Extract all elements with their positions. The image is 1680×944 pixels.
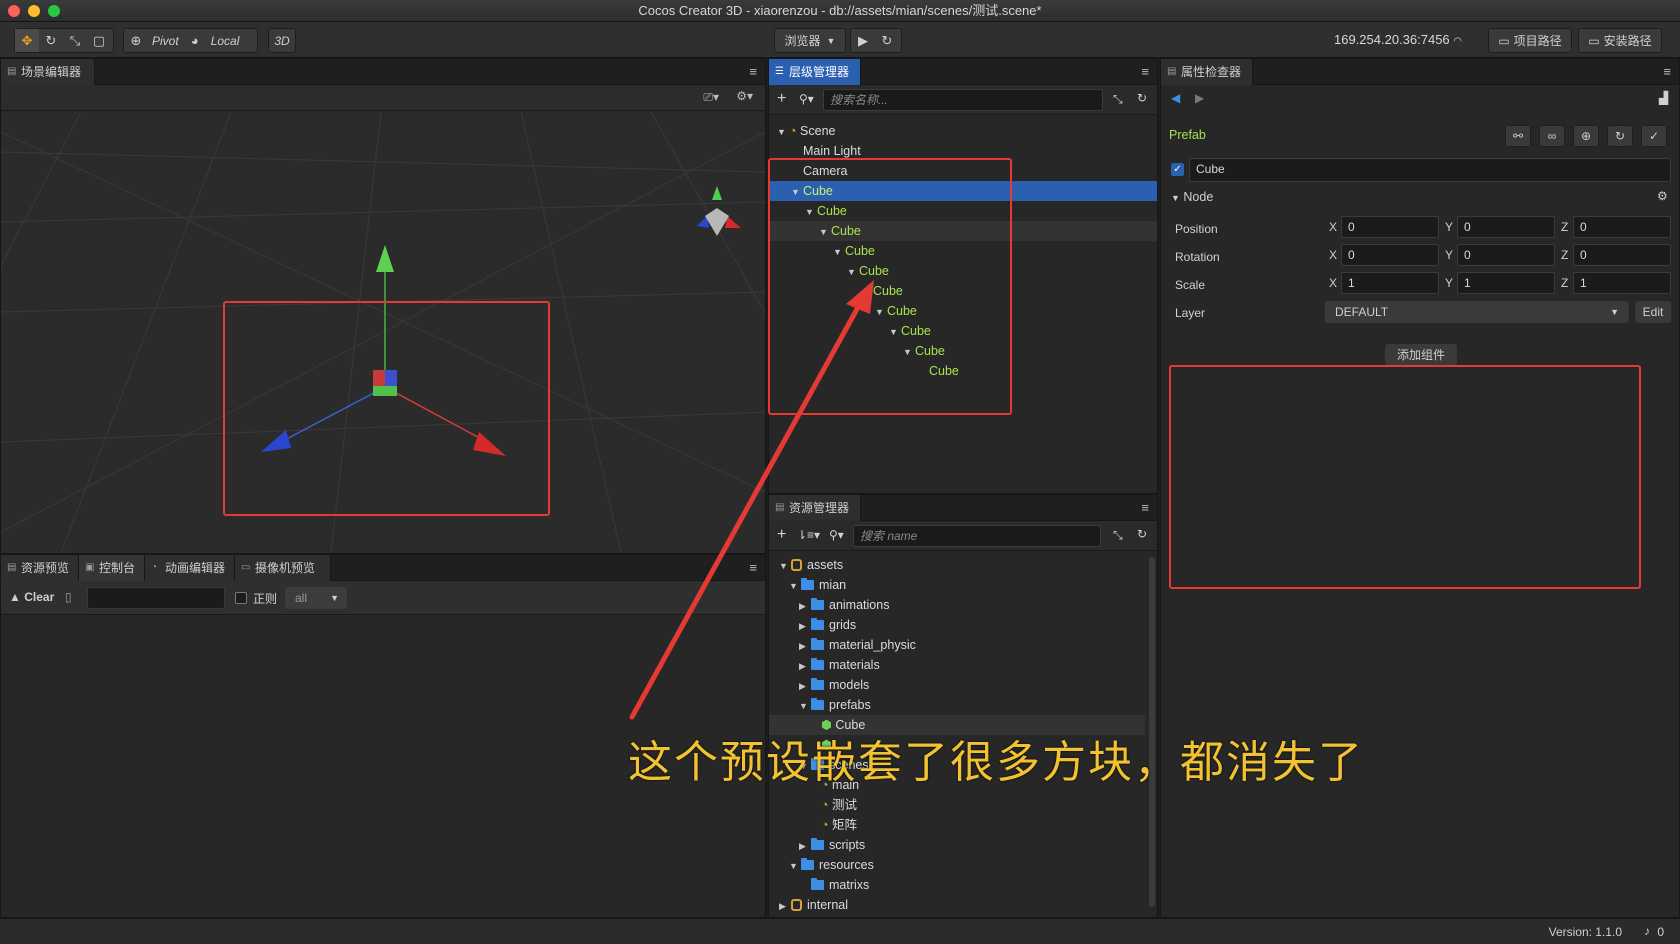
annotation-caption: 这个预设嵌套了很多方块，都消失了 bbox=[628, 737, 1364, 788]
version-text: Version: 1.1.0 bbox=[1548, 925, 1622, 939]
annotation-arrowhead-icon bbox=[846, 280, 874, 314]
annotation-overlay-svg bbox=[629, 280, 874, 720]
annotation-arrow-line bbox=[629, 297, 865, 720]
bell-icon[interactable]: ♪ bbox=[1644, 924, 1650, 938]
status-bar: Version: 1.1.0 ♪ 0 bbox=[0, 918, 1680, 944]
notification-count: 0 bbox=[1657, 925, 1664, 939]
